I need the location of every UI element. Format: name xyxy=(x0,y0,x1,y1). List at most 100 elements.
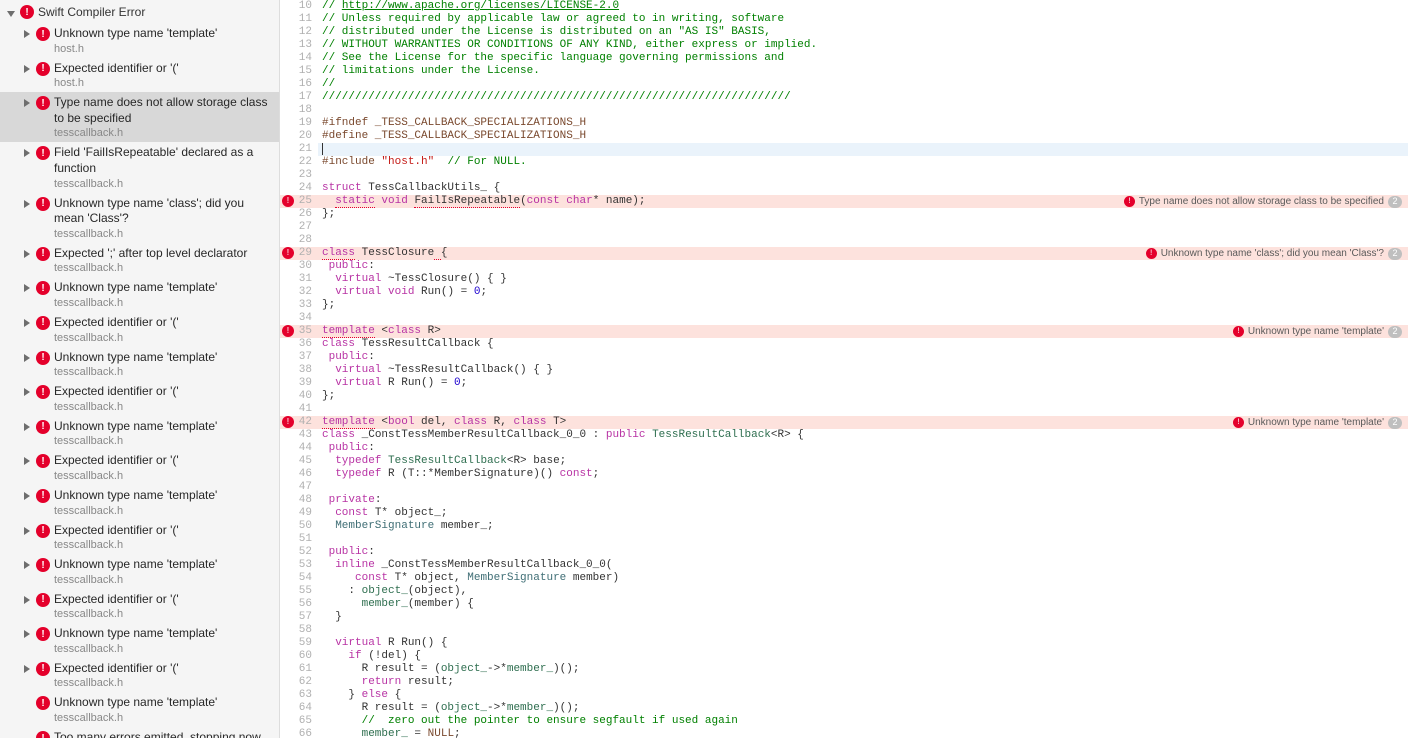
issue-item[interactable]: !Unknown type name 'class'; did you mean… xyxy=(0,193,279,243)
disclosure-triangle-icon[interactable] xyxy=(22,421,32,431)
line-number[interactable]: 28 xyxy=(280,234,318,247)
code-line[interactable]: // http://www.apache.org/licenses/LICENS… xyxy=(318,0,1408,13)
code-line[interactable] xyxy=(318,143,1408,156)
code-area[interactable]: // http://www.apache.org/licenses/LICENS… xyxy=(318,0,1408,738)
code-line[interactable]: virtual ~TessClosure() { } xyxy=(318,273,1408,286)
code-line[interactable]: virtual ~TessResultCallback() { } xyxy=(318,364,1408,377)
issue-item[interactable]: !Unknown type name 'template'tesscallbac… xyxy=(0,623,279,658)
line-number[interactable]: 15 xyxy=(280,65,318,78)
code-line[interactable]: member_ = NULL; xyxy=(318,728,1408,738)
inline-error-annotation[interactable]: !Type name does not allow storage class … xyxy=(1124,195,1402,208)
issue-item[interactable]: !Expected identifier or '('tesscallback.… xyxy=(0,520,279,555)
disclosure-triangle-icon[interactable] xyxy=(22,490,32,500)
disclosure-triangle-icon[interactable] xyxy=(22,525,32,535)
code-line[interactable]: // Unless required by applicable law or … xyxy=(318,13,1408,26)
line-number[interactable]: 64 xyxy=(280,702,318,715)
code-line[interactable]: inline _ConstTessMemberResultCallback_0_… xyxy=(318,559,1408,572)
code-line[interactable]: #include "host.h" // For NULL. xyxy=(318,156,1408,169)
issue-item[interactable]: !Expected identifier or '('tesscallback.… xyxy=(0,450,279,485)
line-number[interactable]: 63 xyxy=(280,689,318,702)
line-number[interactable]: 38 xyxy=(280,364,318,377)
code-line[interactable] xyxy=(318,312,1408,325)
disclosure-triangle-icon[interactable] xyxy=(22,352,32,362)
issue-item[interactable]: !Expected identifier or '('tesscallback.… xyxy=(0,658,279,693)
gutter-error-icon[interactable]: ! xyxy=(282,195,294,207)
code-line[interactable]: class TessResultCallback { xyxy=(318,338,1408,351)
code-line[interactable]: #ifndef _TESS_CALLBACK_SPECIALIZATIONS_H xyxy=(318,117,1408,130)
line-number[interactable]: 60 xyxy=(280,650,318,663)
line-gutter[interactable]: 10111213141516171819202122232425!2627282… xyxy=(280,0,318,738)
code-line[interactable]: public: xyxy=(318,351,1408,364)
line-number[interactable]: 40 xyxy=(280,390,318,403)
code-line[interactable]: member_(member) { xyxy=(318,598,1408,611)
code-line[interactable] xyxy=(318,221,1408,234)
disclosure-triangle-icon[interactable] xyxy=(22,28,32,38)
issue-item[interactable]: !Unknown type name 'template'tesscallbac… xyxy=(0,347,279,382)
code-line[interactable]: virtual void Run() = 0; xyxy=(318,286,1408,299)
disclosure-triangle-icon[interactable] xyxy=(22,147,32,157)
code-line[interactable]: static void FailIsRepeatable(const char*… xyxy=(318,195,1408,208)
line-number[interactable]: 57 xyxy=(280,611,318,624)
code-line[interactable]: // xyxy=(318,78,1408,91)
disclosure-triangle-icon[interactable] xyxy=(22,455,32,465)
line-number[interactable]: 31 xyxy=(280,273,318,286)
code-line[interactable]: return result; xyxy=(318,676,1408,689)
code-line[interactable]: typedef R (T::*MemberSignature)() const; xyxy=(318,468,1408,481)
issue-item[interactable]: !Unknown type name 'template'tesscallbac… xyxy=(0,416,279,451)
line-number[interactable]: 54 xyxy=(280,572,318,585)
issue-item[interactable]: !Expected identifier or '('host.h xyxy=(0,58,279,93)
code-line[interactable]: if (!del) { xyxy=(318,650,1408,663)
issue-item[interactable]: !Expected identifier or '('tesscallback.… xyxy=(0,589,279,624)
line-number[interactable]: 16 xyxy=(280,78,318,91)
line-number[interactable]: 35! xyxy=(280,325,318,338)
line-number[interactable]: 23 xyxy=(280,169,318,182)
code-line[interactable]: // limitations under the License. xyxy=(318,65,1408,78)
issue-navigator[interactable]: ! Swift Compiler Error !Unknown type nam… xyxy=(0,0,280,738)
line-number[interactable]: 26 xyxy=(280,208,318,221)
disclosure-triangle-icon[interactable] xyxy=(22,97,32,107)
line-number[interactable]: 53 xyxy=(280,559,318,572)
line-number[interactable]: 49 xyxy=(280,507,318,520)
issue-item[interactable]: !Expected identifier or '('tesscallback.… xyxy=(0,312,279,347)
line-number[interactable]: 46 xyxy=(280,468,318,481)
line-number[interactable]: 33 xyxy=(280,299,318,312)
line-number[interactable]: 39 xyxy=(280,377,318,390)
code-line[interactable]: template <bool del, class R, class T>!Un… xyxy=(318,416,1408,429)
line-number[interactable]: 11 xyxy=(280,13,318,26)
line-number[interactable]: 12 xyxy=(280,26,318,39)
line-number[interactable]: 36 xyxy=(280,338,318,351)
code-line[interactable]: } xyxy=(318,611,1408,624)
disclosure-triangle-icon[interactable] xyxy=(22,317,32,327)
code-line[interactable]: typedef TessResultCallback<R> base; xyxy=(318,455,1408,468)
line-number[interactable]: 14 xyxy=(280,52,318,65)
line-number[interactable]: 65 xyxy=(280,715,318,728)
code-line[interactable]: class _ConstTessMemberResultCallback_0_0… xyxy=(318,429,1408,442)
code-line[interactable] xyxy=(318,403,1408,416)
code-line[interactable]: virtual R Run() = 0; xyxy=(318,377,1408,390)
disclosure-triangle-icon[interactable] xyxy=(22,663,32,673)
issue-item[interactable]: !Unknown type name 'template'tesscallbac… xyxy=(0,485,279,520)
code-line[interactable] xyxy=(318,533,1408,546)
line-number[interactable]: 29! xyxy=(280,247,318,260)
line-number[interactable]: 43 xyxy=(280,429,318,442)
issue-item[interactable]: !Field 'FailIsRepeatable' declared as a … xyxy=(0,142,279,192)
code-line[interactable]: }; xyxy=(318,299,1408,312)
code-line[interactable] xyxy=(318,481,1408,494)
line-number[interactable]: 48 xyxy=(280,494,318,507)
line-number[interactable]: 47 xyxy=(280,481,318,494)
issue-group-header[interactable]: ! Swift Compiler Error xyxy=(0,0,279,23)
code-line[interactable]: #define _TESS_CALLBACK_SPECIALIZATIONS_H xyxy=(318,130,1408,143)
line-number[interactable]: 30 xyxy=(280,260,318,273)
code-line[interactable]: R result = (object_->*member_)(); xyxy=(318,663,1408,676)
line-number[interactable]: 50 xyxy=(280,520,318,533)
line-number[interactable]: 34 xyxy=(280,312,318,325)
line-number[interactable]: 62 xyxy=(280,676,318,689)
line-number[interactable]: 13 xyxy=(280,39,318,52)
disclosure-triangle-icon[interactable] xyxy=(22,628,32,638)
line-number[interactable]: 58 xyxy=(280,624,318,637)
issue-item[interactable]: !Unknown type name 'template'host.h xyxy=(0,23,279,58)
code-line[interactable]: }; xyxy=(318,208,1408,221)
gutter-error-icon[interactable]: ! xyxy=(282,247,294,259)
line-number[interactable]: 56 xyxy=(280,598,318,611)
line-number[interactable]: 59 xyxy=(280,637,318,650)
